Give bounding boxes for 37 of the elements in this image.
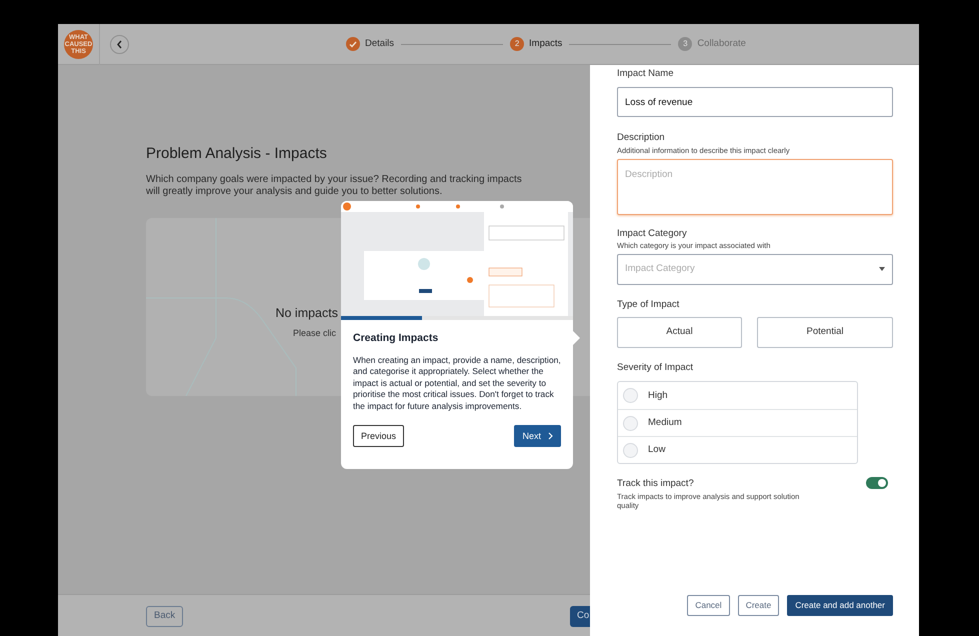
field-label: Type of Impact	[617, 298, 680, 312]
impact-type-option[interactable]: Actual	[617, 317, 742, 348]
empty-state-hint: Please clic	[292, 326, 336, 340]
severity-option[interactable]: Medium	[618, 409, 857, 436]
step-number: 2	[510, 37, 524, 51]
dropdown-caret-icon	[879, 267, 885, 272]
field-label: Track this impact?	[617, 477, 695, 492]
continue-button[interactable]: Co	[570, 606, 590, 627]
page-title: Problem Analysis - Impacts	[146, 144, 327, 164]
impact-type-option[interactable]: Potential	[757, 317, 893, 348]
step-number: 3	[678, 37, 692, 51]
back-button[interactable]	[110, 34, 129, 54]
field-label: Impact Name	[617, 67, 674, 81]
description-field[interactable]: Description	[617, 158, 893, 214]
severity-option[interactable]: Low	[618, 436, 857, 464]
previous-button[interactable]: Previous	[353, 425, 404, 448]
dialog-button[interactable]: Create and add another	[787, 595, 893, 616]
name-input[interactable]: Loss of revenue	[617, 87, 893, 118]
field-label: Severity of Impact	[617, 361, 694, 375]
radio-button[interactable]	[623, 442, 638, 458]
field-label: Impact Category	[617, 226, 688, 240]
page-description: Which company goals were impacted by your issue? Recording and tracking impacts will greatly improve your analysis and guide you to better solutions.	[146, 174, 523, 198]
tour-body: When creating an impact, provide a name, description, and categorise it appropriately. Select whether the impact is actual or potential, and set the severity to prioritise the most critical issues. Don't forget to track the impact for future analysis improvements.	[353, 354, 561, 412]
severity-option[interactable]: High	[618, 382, 857, 410]
dialog-button[interactable]: Create	[738, 595, 780, 616]
step-label[interactable]: Details	[365, 36, 394, 52]
tour-title: Creating Impacts	[353, 331, 440, 346]
step-label[interactable]: Impacts	[529, 36, 562, 52]
chevron-left-icon	[116, 40, 123, 48]
radio-button[interactable]	[623, 388, 638, 404]
empty-state-heading: No impacts	[275, 304, 338, 322]
chevron-right-icon	[548, 432, 553, 440]
toggle-switch[interactable]	[866, 477, 888, 490]
radio-button[interactable]	[623, 416, 638, 431]
next-button[interactable]: Next	[514, 425, 561, 448]
field-label: Description	[617, 131, 666, 146]
dialog-button[interactable]: Cancel	[687, 595, 730, 616]
